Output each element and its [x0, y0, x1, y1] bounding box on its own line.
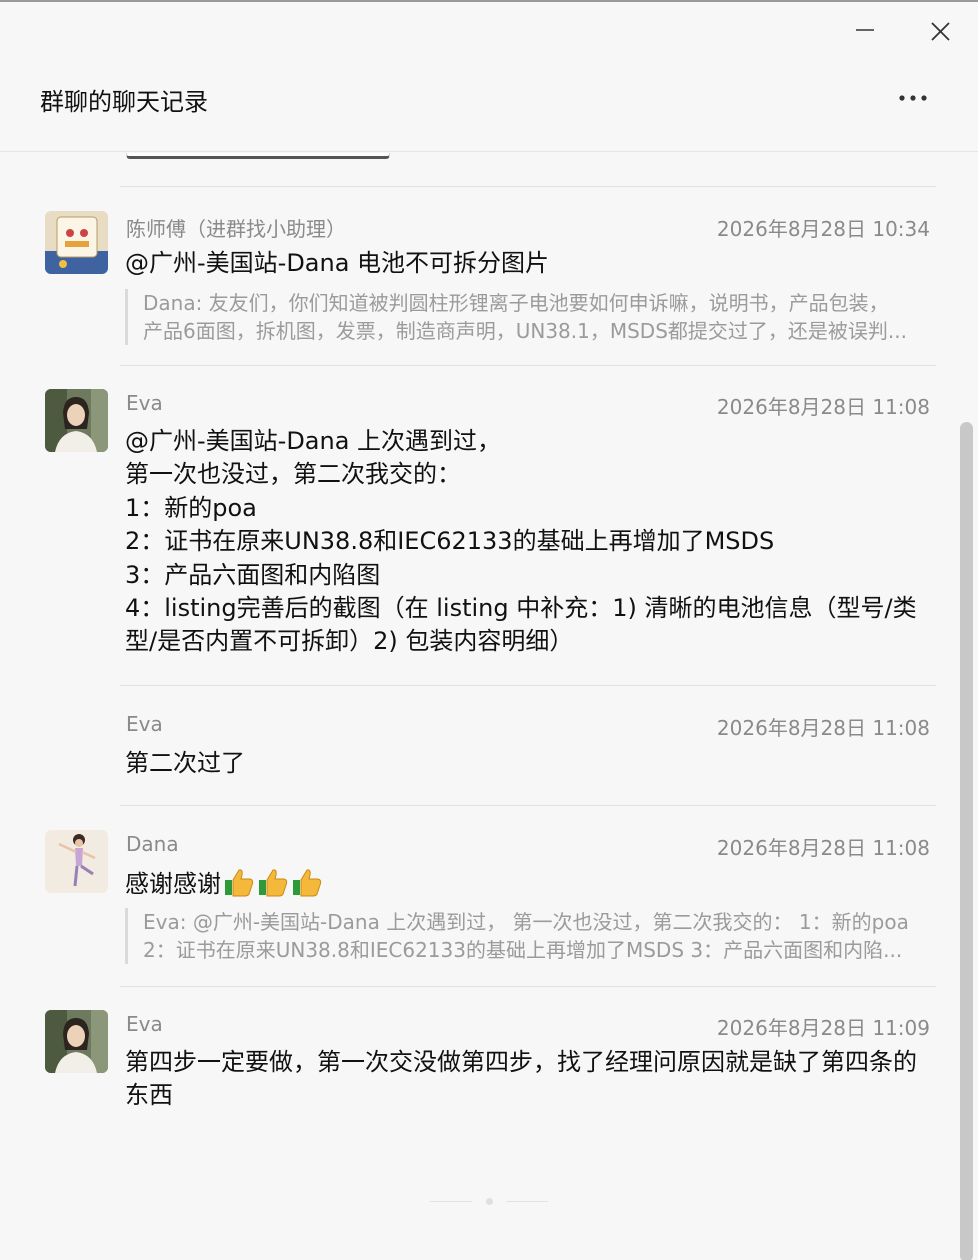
divider	[120, 186, 936, 187]
message-time: 2026年8月28日 10:34	[716, 217, 930, 241]
message-content: 第四步一定要做，第一次交没做第四步，找了经理问原因就是缺了第四条的 东西	[125, 1048, 917, 1110]
sender-name: Eva	[126, 1012, 163, 1036]
sender-name: 陈师傅（进群找小助理）	[126, 217, 346, 241]
message-content: @广州-美国站-Dana 上次遇到过， 第一次也没过，第二次我交的： 1：新的p…	[125, 427, 917, 656]
sender-name: Eva	[126, 391, 163, 415]
scrollbar-thumb[interactable]	[960, 422, 973, 1260]
close-icon	[931, 22, 950, 41]
quoted-message[interactable]: Eva: @广州-美国站-Dana 上次遇到过， 第一次也没过，第二次我交的： …	[125, 908, 937, 964]
message-content: 感谢感谢	[125, 866, 937, 901]
pager-dash	[506, 1201, 548, 1202]
title-bar: 群聊的聊天记录	[0, 2, 978, 152]
avatar[interactable]	[45, 1010, 108, 1073]
sender-name: Dana	[126, 832, 179, 856]
sender-name: Eva	[126, 712, 163, 736]
avatar-image	[45, 389, 108, 452]
divider	[120, 805, 936, 806]
avatar[interactable]	[45, 830, 108, 893]
minimize-button[interactable]	[848, 16, 882, 50]
pager-dot	[486, 1198, 493, 1205]
close-button[interactable]	[924, 16, 958, 50]
message-content: @广州-美国站-Dana 电池不可拆分图片	[125, 249, 550, 277]
avatar[interactable]	[45, 389, 108, 452]
previous-message-card[interactable]	[126, 153, 390, 159]
divider	[120, 365, 936, 366]
message-time: 2026年8月28日 11:08	[716, 836, 930, 860]
page-indicator	[430, 1198, 550, 1206]
message-list[interactable]: 陈师傅（进群找小助理） 2026年8月28日 10:34 @广州-美国站-Dan…	[0, 153, 960, 1260]
quote-line: Dana: 友友们，你们知道被判圆柱形锂离子电池要如何申诉嘛，说明书，产品包装，	[143, 291, 889, 315]
quoted-message[interactable]: Dana: 友友们，你们知道被判圆柱形锂离子电池要如何申诉嘛，说明书，产品包装，…	[125, 289, 937, 345]
avatar-image	[45, 211, 108, 274]
more-button[interactable]	[894, 84, 932, 112]
window-title: 群聊的聊天记录	[40, 88, 208, 116]
avatar[interactable]	[45, 211, 108, 274]
quote-line: 2：证书在原来UN38.8和IEC62133的基础上再增加了MSDS 3：产品六…	[143, 938, 903, 962]
avatar-image	[45, 830, 108, 893]
divider	[120, 685, 936, 686]
divider	[120, 986, 936, 987]
thumbs-up-icon	[257, 866, 289, 898]
message-time: 2026年8月28日 11:08	[716, 395, 930, 419]
pager-dash	[430, 1201, 472, 1202]
quote-line: Eva: @广州-美国站-Dana 上次遇到过， 第一次也没过，第二次我交的： …	[143, 910, 909, 934]
minimize-icon	[856, 29, 874, 31]
thumbs-up-icon	[223, 866, 255, 898]
quote-line: 产品6面图，拆机图，发票，制造商声明，UN38.1，MSDS都提交过了，还是被误…	[143, 319, 907, 343]
more-icon	[899, 95, 927, 101]
avatar-image	[45, 1010, 108, 1073]
message-time: 2026年8月28日 11:08	[716, 716, 930, 740]
thumbs-up-icon	[291, 866, 323, 898]
message-time: 2026年8月28日 11:09	[716, 1016, 930, 1040]
message-text: 感谢感谢	[125, 870, 221, 898]
message-content: 第二次过了	[125, 749, 245, 777]
chat-history-window: 群聊的聊天记录 陈师傅（进群找小助理） 2026年8月28日 10:34 @广州…	[0, 0, 978, 1260]
